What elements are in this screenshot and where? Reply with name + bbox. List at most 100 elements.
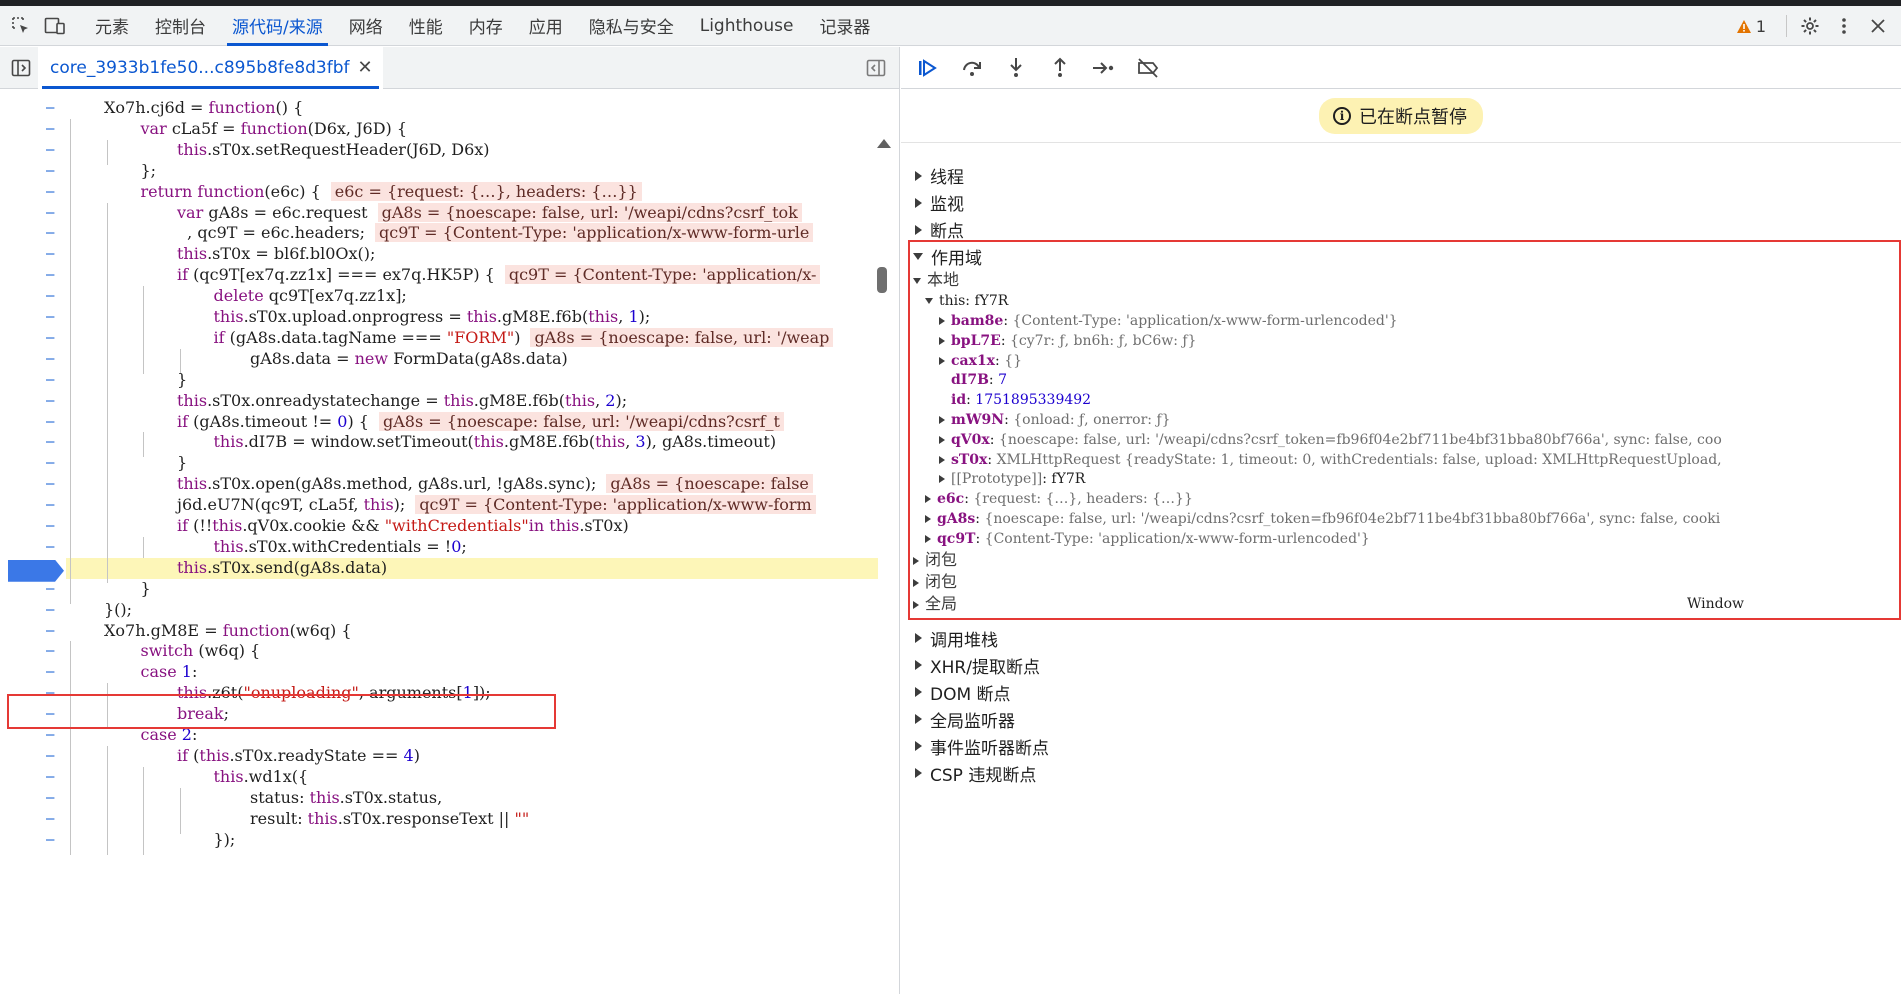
code-line[interactable]: – Xo7h.cj6d = function() {: [0, 98, 878, 119]
section-bottom-5[interactable]: CSP 违规断点: [901, 760, 1036, 787]
section-bottom-1[interactable]: XHR/提取断点: [901, 652, 1040, 679]
tab-5[interactable]: 内存: [456, 6, 516, 46]
line-dash[interactable]: –: [46, 537, 60, 558]
code-line[interactable]: – this.sT0x.withCredentials = !0;: [0, 536, 878, 562]
section-bottom-3[interactable]: 全局监听器: [901, 706, 1015, 733]
code-line[interactable]: – , qc9T = e6c.headers; qc9T = {Content-T…: [0, 223, 878, 249]
expand-arrow-icon[interactable]: [915, 714, 922, 725]
tab-7[interactable]: 隐私与安全: [576, 6, 687, 46]
code-line[interactable]: – this.sT0x.open(gA8s.method, gA8s.url, !…: [0, 474, 878, 500]
line-dash[interactable]: –: [46, 453, 60, 474]
line-dash[interactable]: –: [46, 579, 60, 600]
resume-icon[interactable]: [915, 55, 941, 81]
tab-3[interactable]: 网络: [336, 6, 396, 46]
line-dash[interactable]: –: [46, 370, 60, 391]
tab-6[interactable]: 应用: [516, 6, 576, 46]
step-into-icon[interactable]: [1003, 55, 1029, 81]
inspect-element-icon[interactable]: [4, 9, 38, 43]
scroll-up-arrow-icon[interactable]: [877, 139, 891, 148]
line-dash[interactable]: –: [46, 621, 60, 642]
code-line[interactable]: –}: [0, 369, 878, 395]
code-line[interactable]: – if (gA8s.data.tagName === "FORM") gA8s =…: [0, 327, 878, 353]
expand-arrow-icon[interactable]: [915, 741, 922, 752]
line-dash[interactable]: –: [46, 474, 60, 495]
code-line[interactable]: – this.dI7B = window.setTimeout(this.gM8E…: [0, 432, 878, 458]
deactivate-breakpoints-icon[interactable]: [1135, 55, 1161, 81]
tab-2[interactable]: 源代码/来源: [219, 6, 336, 46]
line-dash[interactable]: –: [46, 432, 60, 453]
code-line[interactable]: –}: [0, 453, 878, 479]
open-file-tab[interactable]: core_3933b1fe50...c895b8fe8d3fbf ✕: [38, 47, 383, 89]
line-dash[interactable]: –: [46, 830, 60, 851]
section-0[interactable]: 线程: [901, 162, 964, 189]
code-line[interactable]: –}();: [0, 600, 878, 621]
code-line[interactable]: – return function(e6c) {e6c = {request: {…: [0, 181, 878, 207]
expand-arrow-icon[interactable]: [915, 170, 922, 181]
line-dash[interactable]: –: [46, 265, 60, 286]
code-line[interactable]: – case 1:: [0, 662, 878, 688]
line-dash[interactable]: –: [46, 119, 60, 140]
step-over-icon[interactable]: [959, 55, 985, 81]
section-2[interactable]: 断点: [901, 216, 964, 243]
expand-arrow-icon[interactable]: [915, 768, 922, 779]
tab-9[interactable]: 记录器: [806, 6, 883, 46]
line-dash[interactable]: –: [46, 495, 60, 516]
tab-8[interactable]: Lighthouse: [687, 6, 807, 46]
line-dash[interactable]: –: [46, 223, 60, 244]
expand-arrow-icon[interactable]: [915, 687, 922, 698]
settings-gear-icon[interactable]: [1793, 9, 1827, 43]
code-line[interactable]: – if (this.sT0x.readyState == 4): [0, 745, 878, 771]
line-dash[interactable]: –: [46, 349, 60, 370]
code-line[interactable]: – this.sT0x = bl6f.bl0Ox();: [0, 244, 878, 270]
code-line[interactable]: – var gA8s = e6c.request gA8s = {noescape:…: [0, 202, 878, 228]
expand-arrow-icon[interactable]: [915, 224, 922, 235]
line-dash[interactable]: –: [46, 662, 60, 683]
line-dash[interactable]: –: [46, 600, 60, 621]
step-out-icon[interactable]: [1047, 55, 1073, 81]
line-dash[interactable]: –: [46, 98, 60, 119]
section-1[interactable]: 监视: [901, 189, 964, 216]
code-line[interactable]: –});: [0, 829, 878, 855]
close-file-icon[interactable]: ✕: [358, 57, 373, 78]
editor-scrollbar[interactable]: [877, 267, 887, 293]
expand-arrow-icon[interactable]: [915, 660, 922, 671]
line-dash[interactable]: –: [46, 391, 60, 412]
code-editor[interactable]: – Xo7h.cj6d = function() {– var cLa5f = fu…: [0, 90, 899, 994]
line-dash[interactable]: –: [46, 788, 60, 809]
tab-1[interactable]: 控制台: [142, 6, 219, 46]
expand-arrow-icon[interactable]: [915, 197, 922, 208]
code-line[interactable]: – j6d.eU7N(qc9T, cLa5f, this); qc9T = {Con…: [0, 495, 878, 521]
warnings-counter[interactable]: 1: [1736, 17, 1766, 36]
line-dash[interactable]: –: [46, 809, 60, 830]
code-line[interactable]: – this.sT0x.upload.onprogress = this.gM8E…: [0, 307, 878, 332]
code-line[interactable]: – if (!!this.qV0x.cookie && "withCredenti…: [0, 516, 878, 541]
tab-0[interactable]: 元素: [82, 6, 142, 46]
section-bottom-0[interactable]: 调用堆栈: [901, 625, 998, 652]
more-options-icon[interactable]: [1827, 9, 1861, 43]
expand-arrow-icon[interactable]: [915, 633, 922, 644]
code-line[interactable]: – if (qc9T[ex7q.zz1x] === ex7q.HK5P) {qc9…: [0, 265, 878, 291]
step-icon[interactable]: [1091, 55, 1117, 81]
code-line[interactable]: – if (gA8s.timeout != 0) {gA8s = {noescap…: [0, 411, 878, 437]
code-line[interactable]: – switch (w6q) {: [0, 641, 878, 667]
line-dash[interactable]: –: [46, 203, 60, 224]
code-line[interactable]: – gA8s.data = new FormData(gA8s.data): [0, 348, 878, 374]
line-dash[interactable]: –: [46, 307, 60, 328]
line-dash[interactable]: –: [46, 182, 60, 203]
line-dash[interactable]: –: [46, 328, 60, 349]
line-dash[interactable]: –: [46, 516, 60, 537]
code-line[interactable]: – result: this.sT0x.responseText || "": [0, 808, 878, 834]
code-line[interactable]: – status: this.sT0x.status,: [0, 787, 878, 813]
line-dash[interactable]: –: [46, 746, 60, 767]
line-dash[interactable]: –: [46, 641, 60, 662]
close-devtools-icon[interactable]: [1861, 9, 1895, 43]
code-line[interactable]: – var cLa5f = function(D6x, J6D) {: [0, 118, 878, 144]
code-line[interactable]: – this.wd1x({: [0, 766, 878, 792]
code-line[interactable]: – this.sT0x.setRequestHeader(J6D, D6x): [0, 139, 878, 165]
section-bottom-4[interactable]: 事件监听器断点: [901, 733, 1049, 760]
line-dash[interactable]: –: [46, 244, 60, 265]
code-line[interactable]: – this.sT0x.onreadystatechange = this.gM8…: [0, 390, 878, 416]
toggle-debugger-sidebar-icon[interactable]: [859, 51, 893, 85]
device-toolbar-icon[interactable]: [38, 9, 72, 43]
tab-4[interactable]: 性能: [396, 6, 456, 46]
